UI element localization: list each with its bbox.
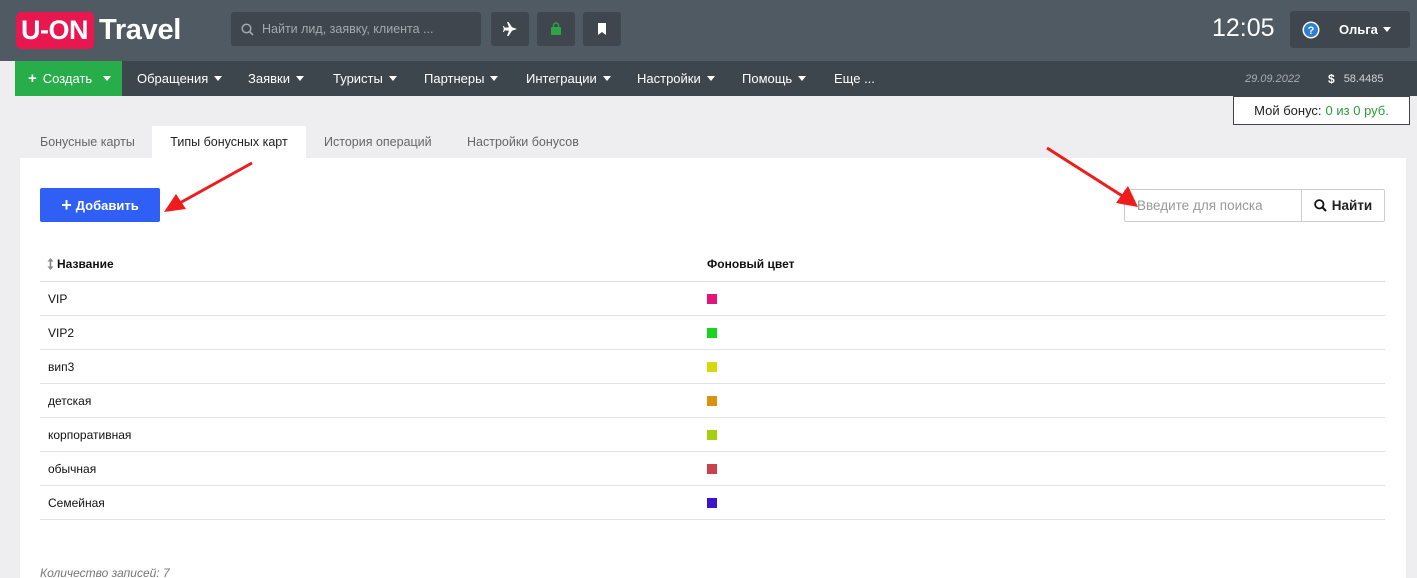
search-icon: [1313, 199, 1327, 212]
table-row[interactable]: вип3: [40, 350, 1385, 384]
global-search[interactable]: [231, 12, 481, 46]
nav-item-tourists[interactable]: Туристы: [333, 61, 397, 96]
nav-item-label: Обращения: [137, 71, 209, 86]
logo[interactable]: U-ON Travel: [16, 10, 181, 50]
color-swatch: [707, 328, 717, 338]
column-header-name[interactable]: Название: [47, 257, 114, 271]
plus-icon: +: [28, 70, 37, 87]
nav-item-label: Партнеры: [424, 71, 485, 86]
dollar-icon: $: [1328, 72, 1335, 86]
help-icon: ?: [1302, 21, 1320, 38]
find-label: Найти: [1331, 198, 1373, 213]
tab-label: Настройки бонусов: [467, 135, 579, 149]
card-type-name[interactable]: Семейная: [48, 496, 105, 510]
color-swatch: [707, 464, 717, 474]
card-type-name[interactable]: детская: [48, 394, 91, 408]
nav-item-label: Помощь: [742, 71, 793, 86]
nav-item-integrations[interactable]: Интеграции: [526, 61, 611, 96]
table-row[interactable]: VIP: [40, 282, 1385, 316]
table-row[interactable]: детская: [40, 384, 1385, 418]
tab-operations-history[interactable]: История операций: [304, 126, 452, 158]
table-row[interactable]: обычная: [40, 452, 1385, 486]
bookmark-icon: [598, 23, 606, 35]
column-header-label: Фоновый цвет: [707, 257, 795, 271]
find-button[interactable]: Найти: [1301, 189, 1385, 222]
nav-item-label: Туристы: [333, 71, 383, 86]
tours-button[interactable]: [537, 12, 575, 46]
create-label: Создать: [42, 71, 93, 86]
balance[interactable]: $ 58.4485: [1328, 72, 1383, 86]
color-swatch: [707, 294, 717, 304]
nav-item-more[interactable]: Еще ...: [834, 61, 875, 96]
nav-item-settings[interactable]: Настройки: [637, 61, 715, 96]
flights-button[interactable]: [491, 12, 529, 46]
chevron-down-icon: [295, 76, 304, 81]
nav-item-label: Интеграции: [526, 71, 597, 86]
user-menu[interactable]: ? Ольга: [1290, 11, 1410, 48]
main-nav: + Создать Обращения Заявки Туристы Партн…: [15, 61, 1417, 96]
card-type-name[interactable]: обычная: [48, 462, 96, 476]
card-type-name[interactable]: VIP2: [48, 326, 74, 340]
plane-icon: [503, 22, 517, 36]
my-bonus-value: 0 из 0 руб.: [1325, 103, 1389, 118]
column-header-label: Название: [57, 257, 114, 271]
my-bonus-box: Мой бонус: 0 из 0 руб.: [1233, 96, 1410, 125]
chevron-down-icon: [798, 76, 807, 81]
add-button[interactable]: + Добавить: [40, 188, 160, 222]
tab-bonus-settings[interactable]: Настройки бонусов: [447, 126, 599, 158]
content-panel: + Добавить Найти Название Фоновый цвет V…: [20, 158, 1406, 578]
card-type-name[interactable]: вип3: [48, 360, 74, 374]
search-input[interactable]: [1124, 189, 1302, 222]
table-row[interactable]: корпоративная: [40, 418, 1385, 452]
nav-item-partners[interactable]: Партнеры: [424, 61, 499, 96]
current-date: 29.09.2022: [1245, 73, 1301, 85]
tab-bonus-card-types[interactable]: Типы бонусных карт: [152, 126, 306, 158]
search-icon: [241, 22, 254, 36]
plus-icon: +: [61, 195, 72, 215]
nav-item-label: Еще ...: [834, 71, 875, 86]
tab-bonus-cards[interactable]: Бонусные карты: [20, 126, 155, 158]
color-swatch: [707, 362, 717, 372]
svg-text:?: ?: [1308, 25, 1315, 37]
nav-item-requests[interactable]: Обращения: [137, 61, 223, 96]
clock: 12:05: [1212, 14, 1275, 42]
my-bonus-label: Мой бонус:: [1254, 103, 1322, 118]
color-swatch: [707, 396, 717, 406]
records-count: Количество записей: 7: [40, 566, 170, 578]
top-bar: U-ON Travel 12:05 ? Ольга: [0, 0, 1417, 61]
sort-icon: [47, 258, 54, 270]
global-search-input[interactable]: [262, 22, 472, 36]
nav-item-label: Настройки: [637, 71, 701, 86]
nav-item-orders[interactable]: Заявки: [248, 61, 304, 96]
table-row[interactable]: Семейная: [40, 486, 1385, 520]
table-row[interactable]: VIP2: [40, 316, 1385, 350]
user-name: Ольга: [1339, 22, 1378, 37]
create-button[interactable]: + Создать: [15, 61, 122, 96]
chevron-down-icon: [706, 76, 715, 81]
card-type-name[interactable]: корпоративная: [48, 428, 131, 442]
chevron-down-icon: [103, 76, 112, 81]
tab-label: История операций: [324, 135, 432, 149]
chevron-down-icon: [388, 76, 397, 81]
add-label: Добавить: [75, 197, 139, 213]
nav-item-help[interactable]: Помощь: [742, 61, 807, 96]
logo-travel: Travel: [99, 13, 182, 46]
balance-amount: 58.4485: [1343, 73, 1384, 85]
chevron-down-icon: [490, 76, 499, 81]
column-header-color: Фоновый цвет: [707, 257, 794, 271]
card-type-name[interactable]: VIP: [48, 292, 67, 306]
nav-item-label: Заявки: [248, 71, 290, 86]
tab-label: Типы бонусных карт: [170, 135, 288, 149]
chevron-down-icon: [214, 76, 223, 81]
tab-label: Бонусные карты: [40, 135, 135, 149]
color-swatch: [707, 430, 717, 440]
bookmarks-button[interactable]: [583, 12, 621, 46]
chevron-down-icon: [1382, 27, 1391, 32]
chevron-down-icon: [602, 76, 611, 81]
color-swatch: [707, 498, 717, 508]
bag-icon: [551, 22, 561, 35]
logo-uon: U-ON: [16, 11, 94, 49]
